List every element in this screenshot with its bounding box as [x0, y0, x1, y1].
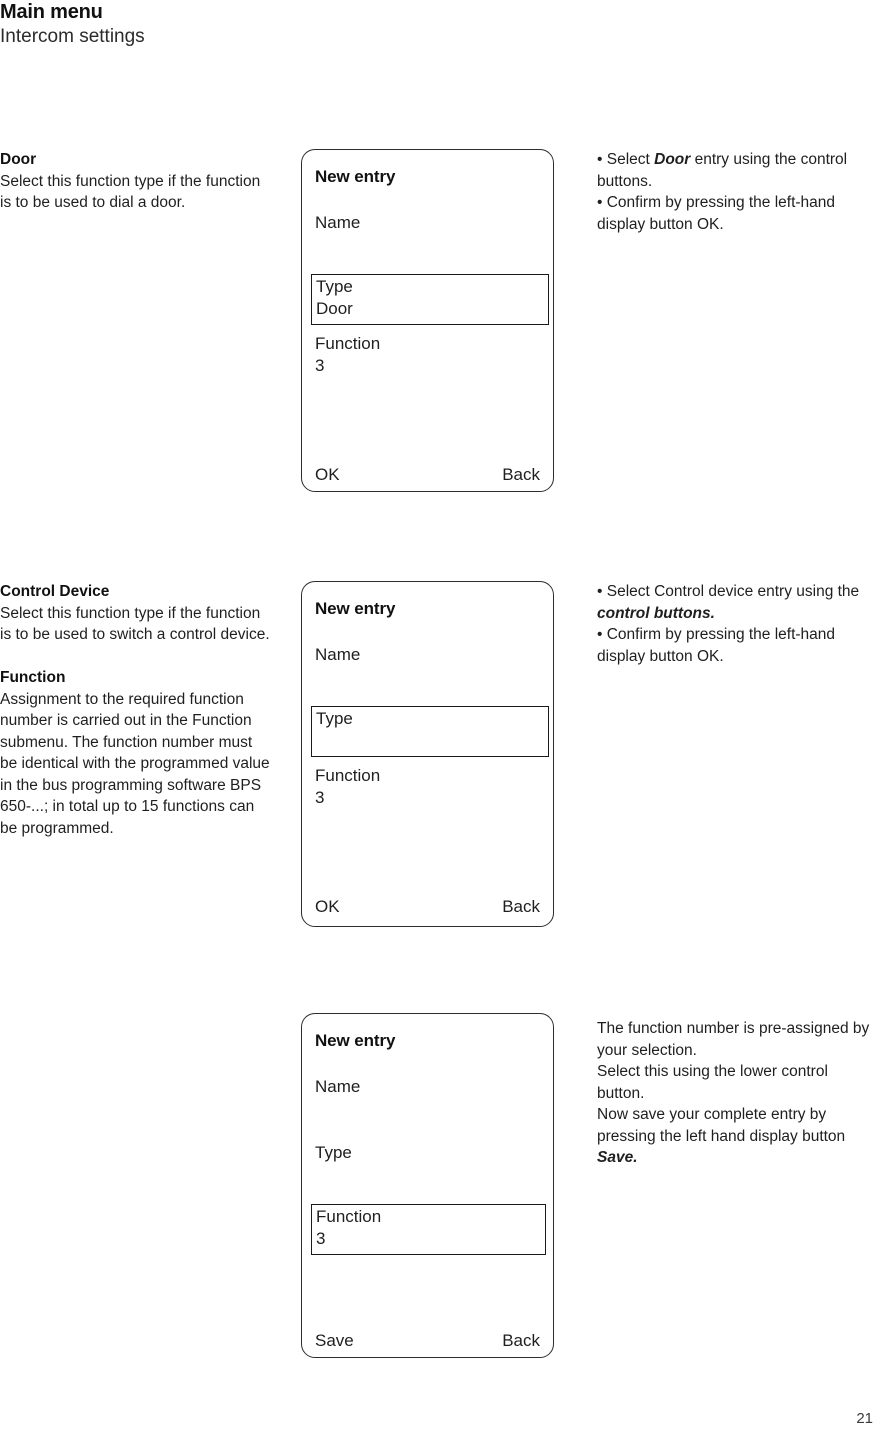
instruction-bullet-2: • Confirm by pressing the left-hand disp… [597, 626, 836, 665]
section-control-device-description: Control Device Select this function type… [0, 581, 272, 839]
section-control-device-heading: Control Device [0, 583, 110, 600]
screen-row-type[interactable]: Type [315, 1142, 352, 1164]
screen-row-function-value: 3 [315, 356, 325, 375]
instruction-bullet-1-pre: • Select Control device entry using the [597, 583, 860, 600]
screen-row-function[interactable]: Function 3 [315, 333, 380, 377]
section-door-instructions: • Select Door entry using the control bu… [597, 149, 875, 235]
softkey-right-back[interactable]: Back [502, 1331, 540, 1351]
screen-row-function-label: Function [315, 334, 381, 353]
screen-row-function-value: 3 [316, 1229, 326, 1248]
screen-row-name-label: Name [315, 645, 361, 664]
section-function-heading: Function [0, 669, 66, 686]
instruction-bullet-1-emphasis: control buttons. [597, 604, 715, 622]
screen-row-name[interactable]: Name [315, 212, 360, 234]
screen-title: New entry [315, 1031, 396, 1050]
section-function-body: Assignment to the required function numb… [0, 690, 270, 837]
page-header: Main menu Intercom settings [0, 0, 500, 50]
instruction-bullet-2: • Confirm by pressing the left-hand disp… [597, 194, 836, 233]
page-title: Main menu [0, 1, 103, 23]
instruction-paragraph-emphasis: Save. [597, 1149, 638, 1166]
section-door-description: Door Select this function type if the fu… [0, 149, 272, 214]
screen-row-name[interactable]: Name [315, 1076, 360, 1098]
device-screen-door[interactable]: New entry Name Type Door Function 3 OK B… [301, 149, 554, 492]
page-number: 21 [856, 1410, 873, 1427]
screen-row-type-label: Type [316, 277, 353, 296]
screen-row-name[interactable]: Name [315, 644, 360, 666]
screen-title: New entry [315, 167, 396, 186]
screen-row-type-selected[interactable]: Type Door [311, 274, 549, 325]
page-subtitle: Intercom settings [0, 26, 145, 47]
softkey-left-ok[interactable]: OK [315, 465, 340, 485]
device-screen-control-device[interactable]: New entry Name Type Function 3 OK Back [301, 581, 554, 927]
instruction-paragraph-pre: The function number is pre-assigned by y… [597, 1020, 870, 1145]
screen-title: New entry [315, 599, 396, 618]
screen-row-type-selected[interactable]: Type [311, 706, 549, 757]
section-save-instructions: The function number is pre-assigned by y… [597, 1018, 875, 1169]
screen-row-function[interactable]: Function 3 [315, 765, 380, 809]
section-door-body: Select this function type if the functio… [0, 172, 261, 212]
instruction-bullet-1: • Select Door entry using the control bu… [597, 149, 875, 192]
instruction-bullet-1-pre: • Select [597, 151, 655, 168]
screen-row-function-selected[interactable]: Function 3 [311, 1204, 546, 1255]
screen-row-function-label: Function [316, 1207, 382, 1226]
softkey-right-back[interactable]: Back [502, 897, 540, 917]
screen-row-function-label: Function [315, 766, 381, 785]
section-door-heading: Door [0, 151, 37, 168]
softkey-left-ok[interactable]: OK [315, 897, 340, 917]
device-screen-save[interactable]: New entry Name Type Function 3 Save Back [301, 1013, 554, 1358]
screen-row-function-value: 3 [315, 788, 325, 807]
section-control-device-body: Select this function type if the functio… [0, 604, 270, 644]
screen-row-name-label: Name [315, 1077, 361, 1096]
softkey-right-back[interactable]: Back [502, 465, 540, 485]
softkey-left-save[interactable]: Save [315, 1331, 354, 1351]
screen-row-name-label: Name [315, 213, 361, 232]
screen-row-type-value: Door [316, 299, 353, 318]
screen-row-type-label: Type [316, 709, 353, 728]
screen-row-type-label: Type [315, 1143, 352, 1162]
instruction-bullet-1-emphasis: Door [654, 151, 691, 168]
instruction-bullet-1: • Select Control device entry using the … [597, 581, 875, 624]
section-control-device-instructions: • Select Control device entry using the … [597, 581, 875, 667]
instruction-paragraph: The function number is pre-assigned by y… [597, 1018, 875, 1169]
